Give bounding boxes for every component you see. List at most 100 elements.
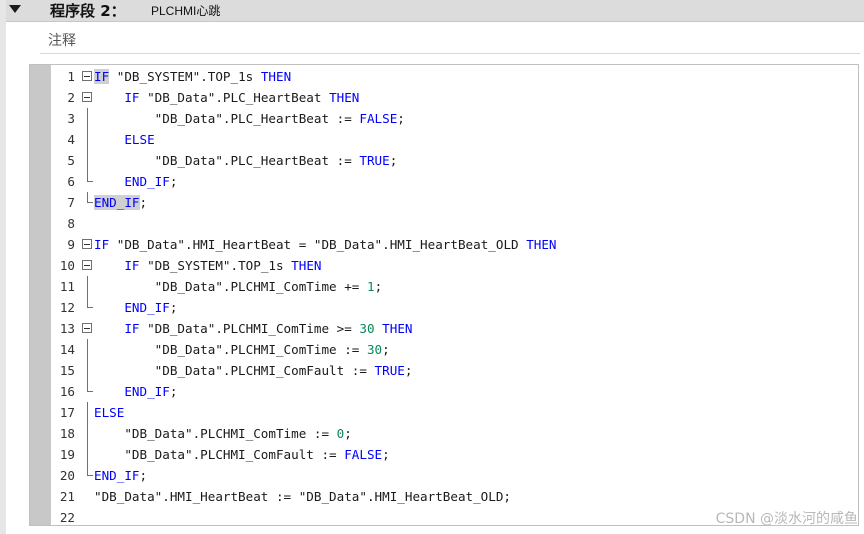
network-title: 程序段 2： <box>50 2 126 20</box>
fold-gutter <box>80 276 94 297</box>
code-text[interactable]: ELSE <box>94 129 155 150</box>
fold-gutter <box>80 129 94 150</box>
line-number: 14 <box>59 342 75 357</box>
code-token: ; <box>344 426 352 441</box>
code-text[interactable]: "DB_Data".HMI_HeartBeat := "DB_Data".HMI… <box>94 486 511 507</box>
keyword-token: IF <box>94 321 140 336</box>
code-line[interactable]: 15 "DB_Data".PLCHMI_ComFault := TRUE; <box>51 360 858 381</box>
code-text[interactable]: "DB_Data".PLC_HeartBeat := FALSE; <box>94 108 405 129</box>
code-line[interactable]: 12 END_IF; <box>51 297 858 318</box>
code-token: ; <box>389 153 398 168</box>
code-text[interactable]: IF "DB_SYSTEM".TOP_1s THEN <box>94 66 291 87</box>
code-line[interactable]: 18 "DB_Data".PLCHMI_ComTime := 0; <box>51 423 858 444</box>
code-line[interactable]: 4 ELSE <box>51 129 858 150</box>
code-text[interactable]: IF "DB_SYSTEM".TOP_1s THEN <box>94 255 321 276</box>
fold-gutter <box>80 234 94 255</box>
code-line[interactable]: 3 "DB_Data".PLC_HeartBeat := FALSE; <box>51 108 858 129</box>
line-number: 21 <box>59 489 75 504</box>
fold-end-marker <box>87 381 93 392</box>
code-line[interactable]: 10 IF "DB_SYSTEM".TOP_1s THEN <box>51 255 858 276</box>
keyword-token: IF <box>94 237 110 252</box>
code-text[interactable]: END_IF; <box>94 381 177 402</box>
fold-gutter <box>80 192 94 213</box>
fold-gutter <box>80 486 94 507</box>
code-line[interactable]: 11 "DB_Data".PLCHMI_ComTime += 1; <box>51 276 858 297</box>
code-text[interactable]: IF "DB_Data".PLCHMI_ComTime >= 30 THEN <box>94 318 412 339</box>
watermark: CSDN @淡水河的咸鱼 <box>715 511 858 527</box>
code-lines[interactable]: 1 IF "DB_SYSTEM".TOP_1s THEN 2 IF "DB_Data… <box>51 65 858 525</box>
fold-collapse-icon[interactable] <box>82 92 92 102</box>
fold-guide <box>87 444 88 465</box>
code-line[interactable]: 20 END_IF; <box>51 465 858 486</box>
code-token: "DB_Data".PLCHMI_ComTime := <box>94 342 367 357</box>
code-token: ; <box>382 342 390 357</box>
code-line[interactable]: 2 IF "DB_Data".PLC_HeartBeat THEN <box>51 87 858 108</box>
line-number: 1 <box>67 69 75 84</box>
code-line[interactable]: 6 END_IF; <box>51 171 858 192</box>
line-number: 7 <box>67 195 75 210</box>
fold-gutter <box>80 360 94 381</box>
code-line[interactable]: 16 END_IF; <box>51 381 858 402</box>
code-text[interactable]: IF "DB_Data".PLC_HeartBeat THEN <box>94 87 359 108</box>
code-token: "DB_SYSTEM".TOP_1s <box>109 69 261 84</box>
code-text[interactable]: "DB_Data".PLCHMI_ComTime := 30; <box>94 339 390 360</box>
code-text[interactable]: END_IF; <box>94 192 147 213</box>
code-token: ; <box>374 279 383 294</box>
fold-gutter <box>80 465 94 486</box>
network-header[interactable]: 程序段 2： PLCHMI心跳 <box>0 0 864 22</box>
code-token: ; <box>382 447 390 462</box>
code-line[interactable]: 9 IF "DB_Data".HMI_HeartBeat = "DB_Data".… <box>51 234 858 255</box>
fold-collapse-icon[interactable] <box>82 71 92 81</box>
keyword-token: TRUE <box>359 153 390 168</box>
code-text[interactable]: END_IF; <box>94 171 177 192</box>
code-token: "DB_Data".HMI_HeartBeat = "DB_Data".HMI_… <box>109 237 527 252</box>
scl-code-editor[interactable]: 1 IF "DB_SYSTEM".TOP_1s THEN 2 IF "DB_Data… <box>29 64 859 526</box>
fold-guide <box>87 339 88 360</box>
number-token: 1 <box>366 279 375 294</box>
line-number: 12 <box>59 300 75 315</box>
keyword-token: END_IF <box>94 195 140 210</box>
code-line[interactable]: 19 "DB_Data".PLCHMI_ComFault := FALSE; <box>51 444 858 465</box>
network-comment-field[interactable]: 注释 <box>40 26 860 54</box>
fold-collapse-icon[interactable] <box>82 323 92 333</box>
line-number: 10 <box>59 258 75 273</box>
code-text[interactable]: IF "DB_Data".HMI_HeartBeat = "DB_Data".H… <box>94 234 557 255</box>
code-token: "DB_Data".HMI_HeartBeat := "DB_Data".HMI… <box>94 489 512 504</box>
code-text[interactable]: "DB_Data".PLCHMI_ComTime := 0; <box>94 423 352 444</box>
code-token: ; <box>139 195 148 210</box>
keyword-token: END_IF <box>94 468 140 483</box>
code-text[interactable]: "DB_Data".PLCHMI_ComTime += 1; <box>94 276 383 297</box>
code-line[interactable]: 5 "DB_Data".PLC_HeartBeat := TRUE; <box>51 150 858 171</box>
keyword-token: THEN <box>260 69 292 84</box>
fold-guide <box>87 360 88 381</box>
code-token: "DB_Data".PLCHMI_ComTime := <box>94 426 337 441</box>
code-line[interactable]: 7 END_IF; <box>51 192 858 213</box>
fold-collapse-icon[interactable] <box>82 239 92 249</box>
keyword-token: ELSE <box>94 132 155 147</box>
fold-gutter <box>80 108 94 129</box>
keyword-token: END_IF <box>94 300 170 315</box>
network-name[interactable]: PLCHMI心跳 <box>151 3 220 19</box>
code-line[interactable]: 1 IF "DB_SYSTEM".TOP_1s THEN <box>51 66 858 87</box>
code-token: ; <box>169 174 178 189</box>
code-line[interactable]: 8 <box>51 213 858 234</box>
code-text[interactable]: "DB_Data".PLCHMI_ComFault := TRUE; <box>94 360 413 381</box>
fold-gutter <box>80 297 94 318</box>
collapse-triangle-icon[interactable] <box>9 5 21 13</box>
keyword-token: END_IF <box>94 384 170 399</box>
code-text[interactable]: "DB_Data".PLC_HeartBeat := TRUE; <box>94 150 398 171</box>
code-text[interactable]: END_IF; <box>94 297 177 318</box>
number-token: 30 <box>359 321 375 336</box>
code-line[interactable]: 21 "DB_Data".HMI_HeartBeat := "DB_Data".H… <box>51 486 858 507</box>
code-line[interactable]: 13 IF "DB_Data".PLCHMI_ComTime >= 30 THE… <box>51 318 858 339</box>
fold-gutter <box>80 339 94 360</box>
line-number: 5 <box>67 153 75 168</box>
code-text[interactable]: ELSE <box>94 402 124 423</box>
code-line[interactable]: 17 ELSE <box>51 402 858 423</box>
fold-collapse-icon[interactable] <box>82 260 92 270</box>
fold-end-marker <box>87 465 93 476</box>
code-line[interactable]: 14 "DB_Data".PLCHMI_ComTime := 30; <box>51 339 858 360</box>
code-text[interactable]: "DB_Data".PLCHMI_ComFault := FALSE; <box>94 444 390 465</box>
code-text[interactable]: END_IF; <box>94 465 147 486</box>
line-number: 4 <box>67 132 75 147</box>
